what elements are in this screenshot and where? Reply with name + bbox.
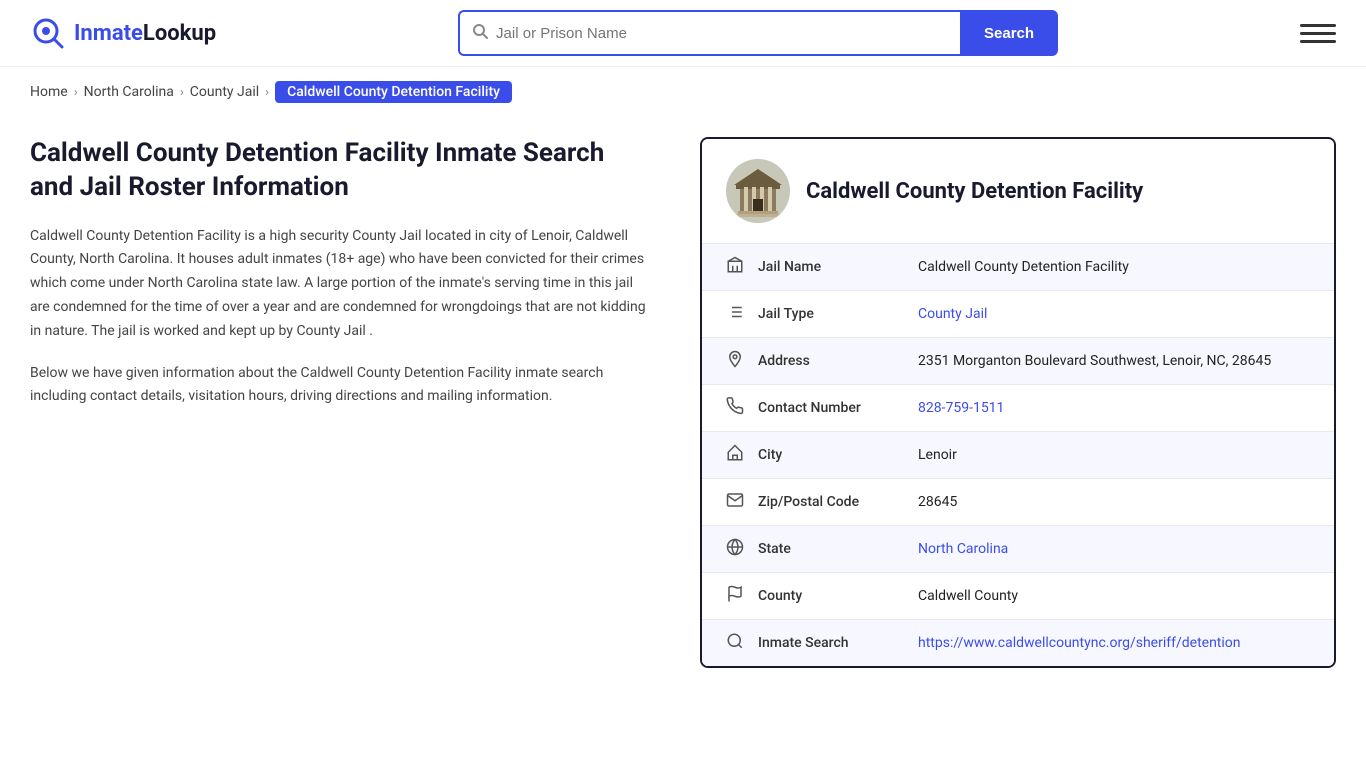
site-header: InmateLookup Search bbox=[0, 0, 1366, 67]
breadcrumb-sep-2: › bbox=[180, 85, 184, 100]
location-icon bbox=[726, 350, 758, 372]
right-panel: Caldwell County Detention Facility Jail … bbox=[700, 137, 1336, 668]
info-card: Caldwell County Detention Facility Jail … bbox=[700, 137, 1336, 668]
info-row: Jail TypeCounty Jail bbox=[702, 290, 1334, 337]
globe-icon bbox=[726, 538, 758, 560]
hamburger-line-3 bbox=[1300, 40, 1336, 43]
search-input[interactable] bbox=[496, 25, 948, 42]
breadcrumb-state[interactable]: North Carolina bbox=[84, 84, 174, 100]
info-row: Jail NameCaldwell County Detention Facil… bbox=[702, 243, 1334, 290]
breadcrumb-sep-3: › bbox=[265, 85, 269, 100]
row-value[interactable]: County Jail bbox=[918, 306, 1310, 322]
row-label: Inmate Search bbox=[758, 635, 918, 651]
info-row: Inmate Searchhttps://www.caldwellcountyn… bbox=[702, 619, 1334, 666]
search-icon bbox=[472, 23, 488, 43]
card-header: Caldwell County Detention Facility bbox=[702, 139, 1334, 243]
row-label: Jail Type bbox=[758, 306, 918, 322]
page-description-1: Caldwell County Detention Facility is a … bbox=[30, 225, 650, 344]
row-value: 2351 Morganton Boulevard Southwest, Leno… bbox=[918, 353, 1310, 369]
logo-icon bbox=[30, 15, 66, 51]
info-row: CityLenoir bbox=[702, 431, 1334, 478]
row-link[interactable]: https://www.caldwellcountync.org/sheriff… bbox=[918, 635, 1241, 651]
row-link[interactable]: 828-759-1511 bbox=[918, 400, 1004, 416]
row-link[interactable]: North Carolina bbox=[918, 541, 1008, 557]
info-row: CountyCaldwell County bbox=[702, 572, 1334, 619]
info-row: Address2351 Morganton Boulevard Southwes… bbox=[702, 337, 1334, 384]
card-facility-title: Caldwell County Detention Facility bbox=[806, 179, 1143, 204]
info-rows: Jail NameCaldwell County Detention Facil… bbox=[702, 243, 1334, 666]
list-icon bbox=[726, 303, 758, 325]
row-value[interactable]: 828-759-1511 bbox=[918, 400, 1310, 416]
breadcrumb-sep-1: › bbox=[74, 85, 78, 100]
search-button[interactable]: Search bbox=[960, 10, 1058, 56]
row-label: County bbox=[758, 588, 918, 604]
flag-icon bbox=[726, 585, 758, 607]
facility-image bbox=[726, 159, 790, 223]
row-value[interactable]: North Carolina bbox=[918, 541, 1310, 557]
breadcrumb-active: Caldwell County Detention Facility bbox=[275, 81, 512, 103]
row-label: Jail Name bbox=[758, 259, 918, 275]
row-label: Zip/Postal Code bbox=[758, 494, 918, 510]
row-link[interactable]: County Jail bbox=[918, 306, 987, 322]
breadcrumb-home[interactable]: Home bbox=[30, 84, 68, 100]
phone-icon bbox=[726, 397, 758, 419]
search-area: Search bbox=[458, 10, 1058, 56]
facility-thumbnail bbox=[726, 159, 790, 223]
mail-icon bbox=[726, 491, 758, 513]
row-label: Address bbox=[758, 353, 918, 369]
left-panel: Caldwell County Detention Facility Inmat… bbox=[30, 137, 670, 668]
info-row: StateNorth Carolina bbox=[702, 525, 1334, 572]
row-value: 28645 bbox=[918, 494, 1310, 510]
row-label: Contact Number bbox=[758, 400, 918, 416]
page-title: Caldwell County Detention Facility Inmat… bbox=[30, 137, 650, 205]
page-description-2: Below we have given information about th… bbox=[30, 362, 650, 410]
logo[interactable]: InmateLookup bbox=[30, 15, 216, 51]
city-icon bbox=[726, 444, 758, 466]
row-label: State bbox=[758, 541, 918, 557]
info-row: Contact Number828-759-1511 bbox=[702, 384, 1334, 431]
breadcrumb-type[interactable]: County Jail bbox=[190, 84, 259, 100]
main-content: Caldwell County Detention Facility Inmat… bbox=[0, 117, 1366, 708]
building-icon bbox=[726, 256, 758, 278]
logo-text: InmateLookup bbox=[74, 21, 216, 46]
hamburger-line-2 bbox=[1300, 32, 1336, 35]
row-value: Caldwell County bbox=[918, 588, 1310, 604]
search-input-wrap bbox=[458, 10, 960, 56]
row-label: City bbox=[758, 447, 918, 463]
menu-button[interactable] bbox=[1300, 15, 1336, 51]
row-value: Caldwell County Detention Facility bbox=[918, 259, 1310, 275]
info-row: Zip/Postal Code28645 bbox=[702, 478, 1334, 525]
row-value: Lenoir bbox=[918, 447, 1310, 463]
row-value[interactable]: https://www.caldwellcountync.org/sheriff… bbox=[918, 635, 1310, 651]
search-icon bbox=[726, 632, 758, 654]
breadcrumb: Home › North Carolina › County Jail › Ca… bbox=[0, 67, 1366, 117]
hamburger-line-1 bbox=[1300, 24, 1336, 27]
